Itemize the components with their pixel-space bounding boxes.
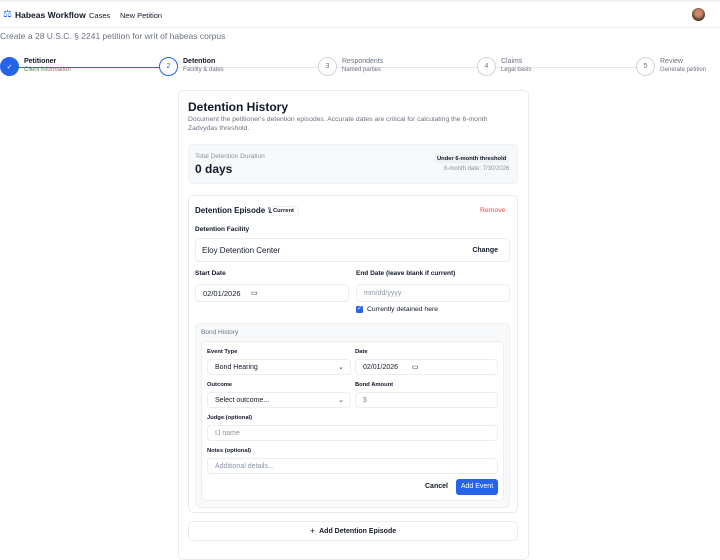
nav-new-petition[interactable]: New Petition xyxy=(120,11,162,20)
threshold-date: 6-month date: 7/30/2026 xyxy=(444,166,510,172)
facility-label: Detention Facility xyxy=(195,226,250,233)
judge-label: Judge (optional) xyxy=(207,415,253,421)
chevron-down-icon: ⌄ xyxy=(338,397,344,404)
nav-cases[interactable]: Cases xyxy=(89,11,110,20)
summary-label: Total Detention Duration xyxy=(195,153,265,160)
episode-title: Detention Episode 1 xyxy=(195,206,272,215)
top-nav: ⚖ Habeas Workflow Cases New Petition xyxy=(0,0,720,28)
plus-icon: + xyxy=(309,526,316,536)
end-date-input[interactable]: mm/dd/yyyy xyxy=(356,284,510,302)
outcome-label: Outcome xyxy=(207,382,233,388)
avatar[interactable] xyxy=(692,8,705,21)
step-1-title: Petitioner xyxy=(24,58,57,65)
bond-date-value: 02/01/2026 xyxy=(363,363,399,371)
cancel-button[interactable]: Cancel xyxy=(425,483,448,490)
change-button[interactable]: Change xyxy=(472,247,498,254)
chevron-down-icon: ⌄ xyxy=(338,364,344,371)
step-2-sub: Facility & dates xyxy=(183,67,224,73)
outcome-select[interactable]: Select outcome... ⌄ xyxy=(207,392,351,408)
judge-placeholder: IJ name xyxy=(215,429,240,437)
step-1-sub: Client information xyxy=(24,67,71,73)
add-episode-button[interactable]: + Add Detention Episode xyxy=(188,521,518,541)
step-3-title: Respondents xyxy=(342,58,384,65)
calendar-icon[interactable]: ▭ xyxy=(251,289,258,297)
bond-date-input[interactable]: 02/01/2026 ▭ xyxy=(355,359,498,375)
bond-history-title: Bond History xyxy=(201,329,239,336)
summary-value: 0 days xyxy=(195,162,233,176)
currently-detained-label[interactable]: Currently detained here xyxy=(367,306,438,313)
bond-amount-label: Bond Amount xyxy=(355,382,394,388)
date-label: Date xyxy=(355,349,368,355)
step-5-title: Review xyxy=(660,58,683,65)
start-date-label: Start Date xyxy=(195,270,226,277)
step-4-sub: Legal basis xyxy=(501,67,532,73)
event-type-select[interactable]: Bond Hearing ⌄ xyxy=(207,359,351,375)
step-5-sub: Generate petition xyxy=(660,67,707,73)
calendar-icon[interactable]: ▭ xyxy=(412,363,419,371)
bond-amount-input[interactable]: $ xyxy=(355,392,498,408)
step-3-sub: Named parties xyxy=(342,67,382,73)
threshold-badge: Under 6-month threshold xyxy=(434,155,510,163)
step-5[interactable]: 5 xyxy=(636,57,655,76)
event-type-label: Event Type xyxy=(207,349,238,355)
bond-amount-placeholder: $ xyxy=(363,396,367,404)
step-3[interactable]: 3 xyxy=(318,57,337,76)
card-desc-2: Zadvydas threshold. xyxy=(188,125,250,132)
step-1-check-icon[interactable]: ✓ xyxy=(0,57,19,76)
card-title: Detention History xyxy=(188,100,289,114)
start-date-input[interactable]: 02/01/2026 ▭ xyxy=(195,284,349,302)
scales-icon: ⚖ xyxy=(3,9,12,20)
add-event-button[interactable]: Add Event xyxy=(456,479,498,495)
step-2[interactable]: 2 xyxy=(159,57,178,76)
step-4[interactable]: 4 xyxy=(477,57,496,76)
currently-detained-checkbox[interactable]: ✓ xyxy=(356,306,363,313)
page-subtitle: Create a 28 U.S.C. § 2241 petition for w… xyxy=(0,31,226,41)
brand[interactable]: Habeas Workflow xyxy=(15,10,86,20)
notes-input[interactable]: Additional details... xyxy=(207,458,498,474)
notes-placeholder: Additional details... xyxy=(215,462,274,470)
end-date-placeholder: mm/dd/yyyy xyxy=(364,289,402,297)
step-4-title: Claims xyxy=(501,58,523,65)
remove-button[interactable]: Remove xyxy=(480,207,505,214)
end-date-label: End Date (leave blank if current) xyxy=(356,270,456,277)
judge-input[interactable]: IJ name xyxy=(207,425,498,441)
add-episode-label: Add Detention Episode xyxy=(319,527,397,535)
step-2-title: Detention xyxy=(183,58,216,65)
event-type-value: Bond Hearing xyxy=(215,363,258,371)
outcome-value: Select outcome... xyxy=(215,396,270,404)
start-date-value: 02/01/2026 xyxy=(203,288,241,298)
facility-value: Eloy Detention Center xyxy=(202,245,281,255)
facility-field[interactable]: Eloy Detention Center Change xyxy=(195,238,510,262)
summary-box xyxy=(188,144,518,184)
current-badge: Current xyxy=(268,206,299,216)
card-desc-1: Document the petitioner's detention epis… xyxy=(188,116,488,123)
notes-label: Notes (optional) xyxy=(207,448,252,454)
